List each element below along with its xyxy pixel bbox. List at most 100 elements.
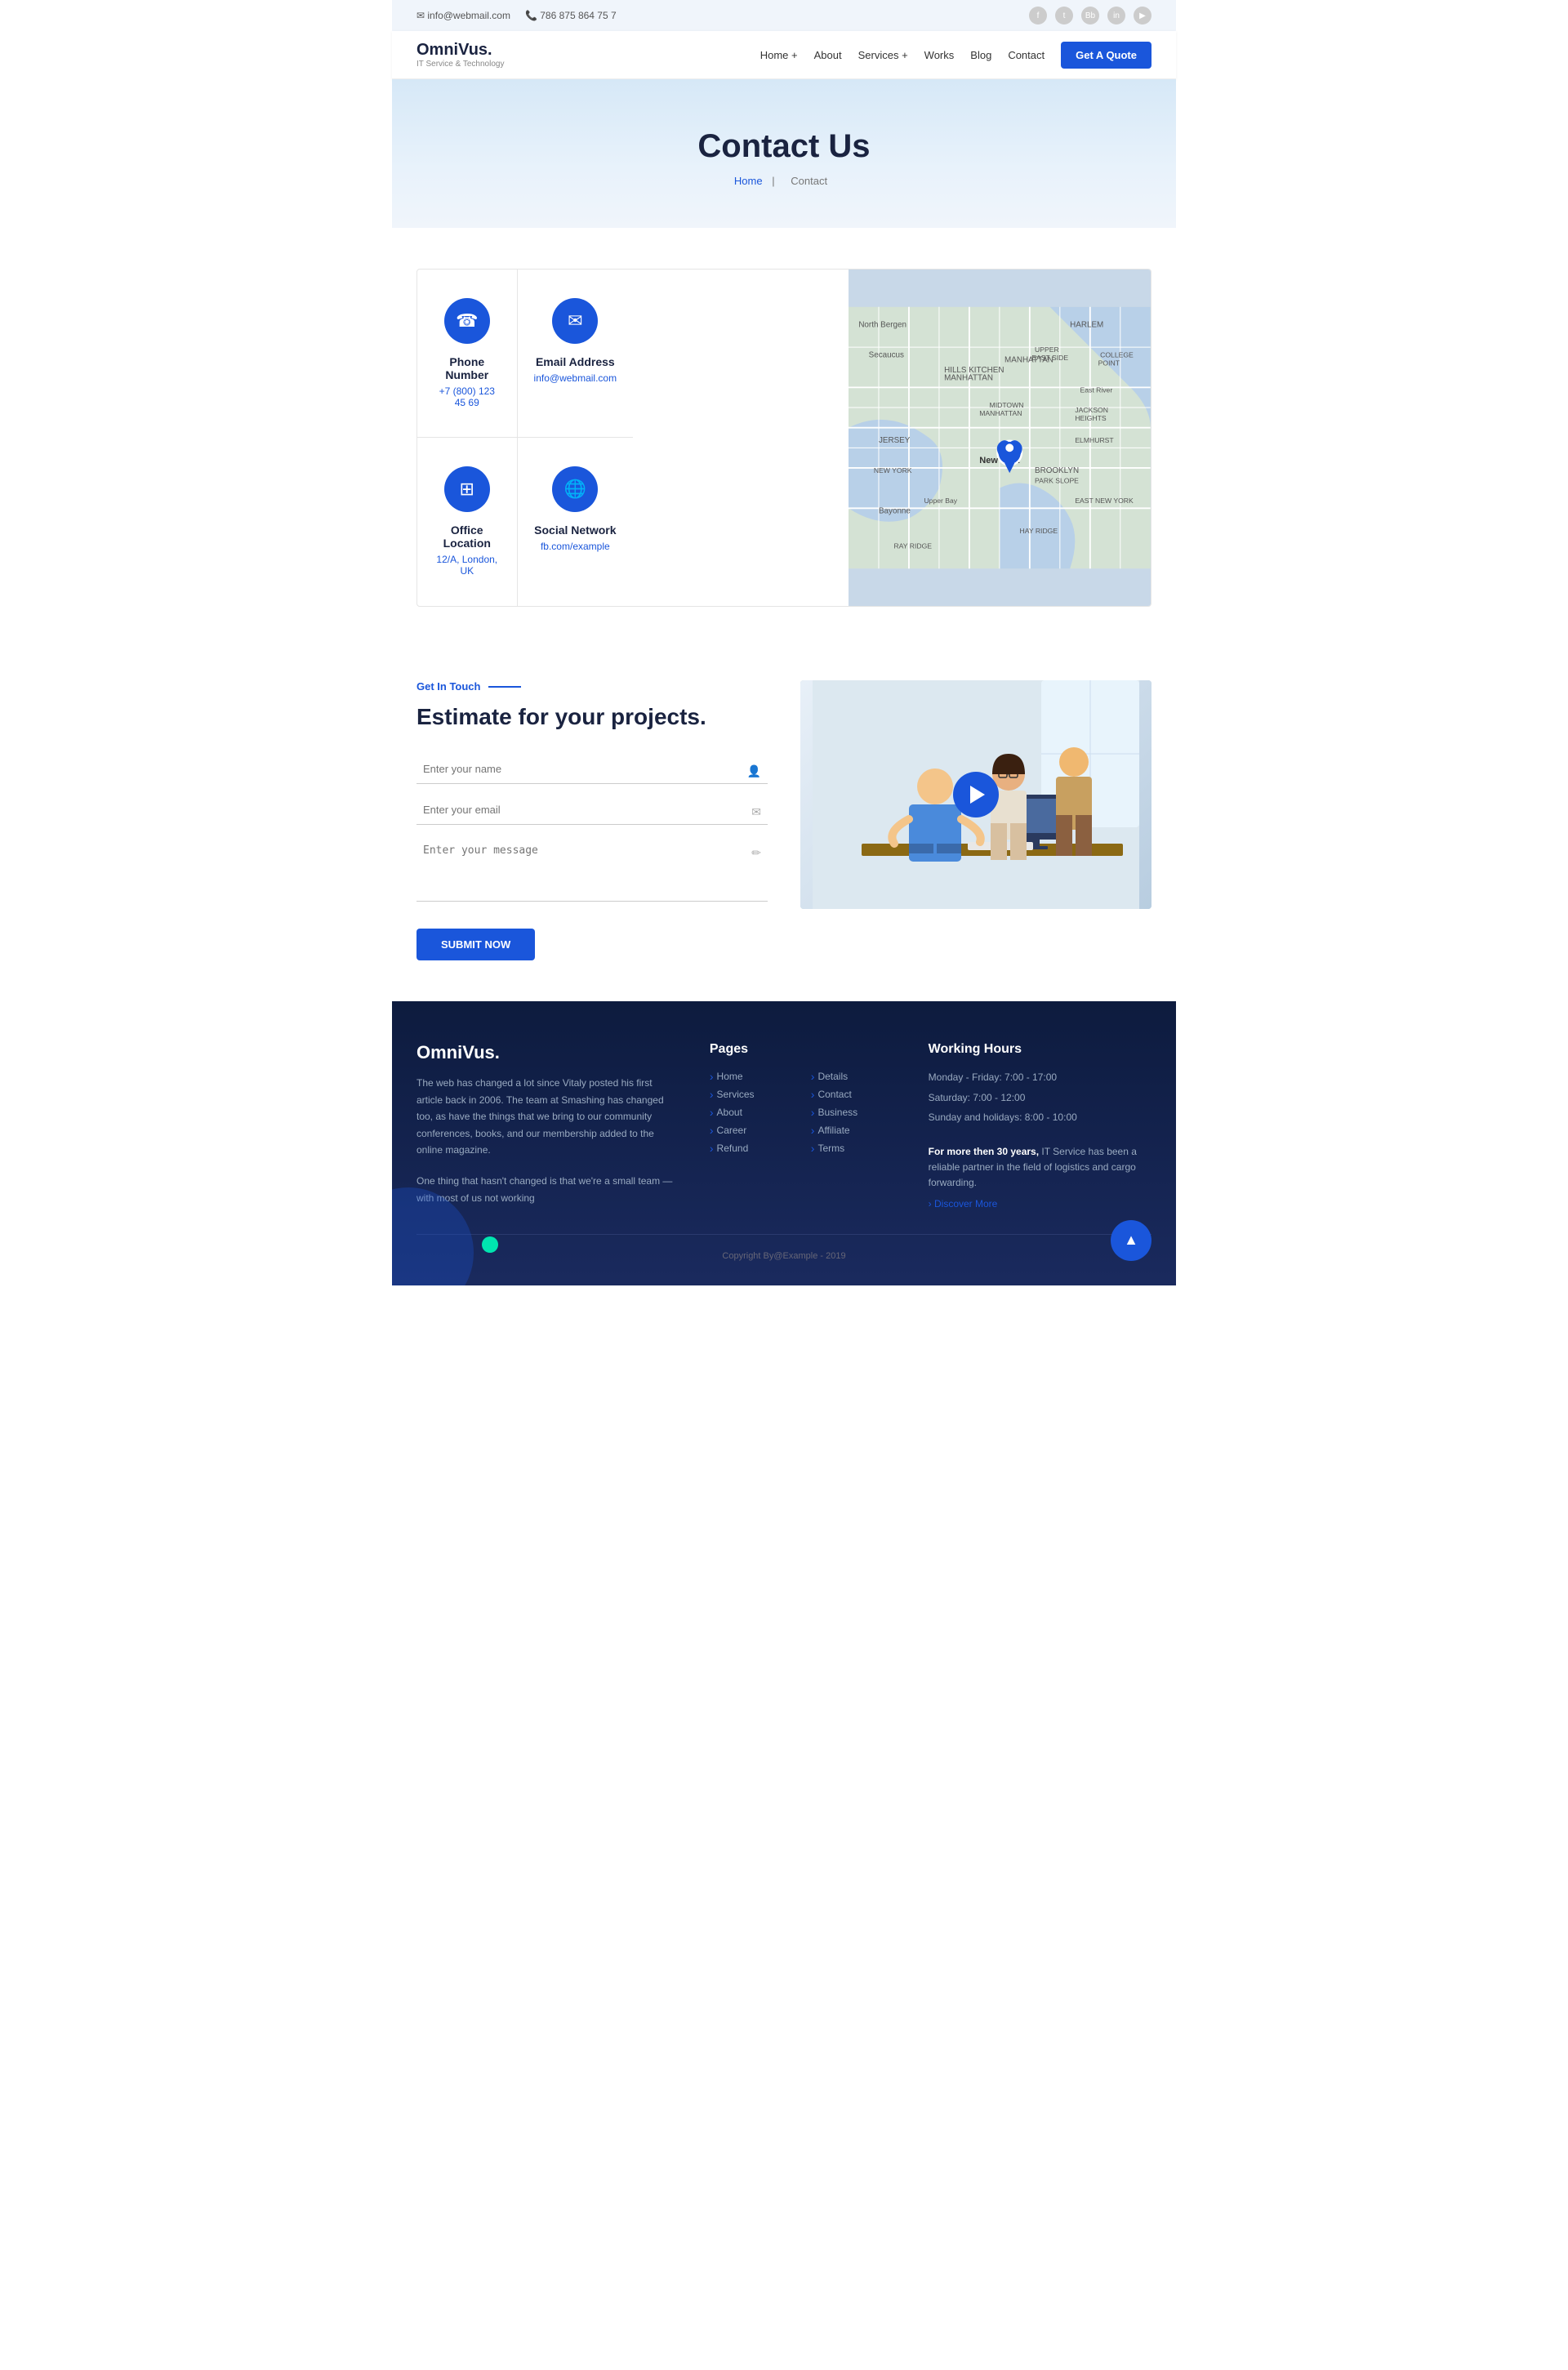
svg-text:JERSEY: JERSEY [879,436,911,445]
nav-links: Home + About Services + Works Blog Conta… [760,42,1152,69]
nav-about[interactable]: About [814,49,842,61]
footer-working-hours: Working Hours Monday - Friday: 7:00 - 17… [929,1042,1152,1209]
location-card-value: 12/A, London, UK [434,554,501,577]
svg-text:PARK SLOPE: PARK SLOPE [1035,476,1079,484]
top-bar-contact: ✉ info@webmail.com 📞 786 875 864 75 7 [416,10,617,21]
footer-pages-title: Pages [710,1042,896,1057]
mail-icon: ✉ [751,805,761,819]
breadcrumb: Home | Contact [416,175,1152,187]
contact-section: ☎ Phone Number +7 (800) 123 45 69 ✉ Emai… [392,228,1176,639]
play-button[interactable] [953,772,999,817]
social-card: 🌐 Social Network fb.com/example [518,438,634,606]
linkedin-icon[interactable]: in [1107,7,1125,25]
social-links[interactable]: f t Bb in ▶ [1029,7,1152,25]
video-thumbnail[interactable] [800,680,1152,909]
footer-circle-small [482,1236,498,1253]
logo-subtitle: IT Service & Technology [416,60,504,69]
facebook-icon[interactable]: f [1029,7,1047,25]
nav-works[interactable]: Works [924,49,955,61]
footer-link-refund[interactable]: Refund [710,1142,795,1155]
submit-button[interactable]: Submit Now [416,929,535,960]
hero-section: Contact Us Home | Contact [392,79,1176,228]
svg-text:EAST SIDE: EAST SIDE [1032,354,1069,362]
estimate-section: Get In Touch Estimate for your projects.… [392,639,1176,1001]
email-field-group: ✉ [416,795,768,825]
estimate-inner: Get In Touch Estimate for your projects.… [416,680,1152,960]
footer-link-home[interactable]: Home [710,1070,795,1083]
svg-text:HARLEM: HARLEM [1070,320,1103,329]
logo-name: OmniVus. [416,41,504,60]
svg-text:COLLEGE: COLLEGE [1100,350,1134,359]
working-line-3: Sunday and holidays: 8:00 - 10:00 [929,1110,1152,1125]
svg-text:HAY RIDGE: HAY RIDGE [1020,527,1058,535]
svg-text:HEIGHTS: HEIGHTS [1076,414,1107,422]
footer-link-career[interactable]: Career [710,1124,795,1137]
footer-pages-links: Home Details Services Contact About Busi… [710,1070,896,1155]
footer-link-affiliate[interactable]: Affiliate [811,1124,896,1137]
name-input[interactable] [416,755,768,784]
person-icon: 👤 [747,764,761,778]
map-svg: MANHATTAN UPPER EAST SIDE HILLS KITCHEN … [849,270,1151,606]
nav-blog[interactable]: Blog [970,49,991,61]
edit-icon: ✏ [751,846,761,860]
svg-text:BROOKLYN: BROOKLYN [1035,466,1079,475]
footer-link-details[interactable]: Details [811,1070,896,1083]
copyright-text: Copyright By@Example - 2019 [722,1251,845,1261]
social-card-title: Social Network [534,523,617,537]
working-highlight: For more then 30 years, IT Service has b… [929,1144,1152,1192]
footer-link-contact[interactable]: Contact [811,1088,896,1101]
behance-icon[interactable]: Bb [1081,7,1099,25]
footer-desc-1: The web has changed a lot since Vitaly p… [416,1075,677,1158]
estimate-left: Get In Touch Estimate for your projects.… [416,680,768,960]
section-tag: Get In Touch [416,680,768,693]
breadcrumb-separator: | [772,175,774,187]
message-input[interactable] [416,836,768,902]
main-navigation: OmniVus. IT Service & Technology Home + … [392,31,1176,79]
footer-logo: OmniVus. [416,1042,677,1063]
footer-grid: OmniVus. The web has changed a lot since… [416,1042,1152,1209]
svg-text:Bayonne: Bayonne [879,506,911,515]
page-title: Contact Us [416,128,1152,165]
location-icon: ⊞ [444,466,490,512]
svg-text:JACKSON: JACKSON [1076,406,1109,414]
message-field-group: ✏ [416,836,768,906]
footer-desc-2: One thing that hasn't changed is that we… [416,1173,677,1206]
email-icon: ✉ [552,298,598,344]
phone-icon: ☎ [444,298,490,344]
footer-bottom: Copyright By@Example - 2019 [416,1234,1152,1261]
working-line-2: Saturday: 7:00 - 12:00 [929,1090,1152,1106]
footer: OmniVus. The web has changed a lot since… [392,1001,1176,1285]
top-bar: ✉ info@webmail.com 📞 786 875 864 75 7 f … [392,0,1176,31]
get-quote-button[interactable]: Get A Quote [1061,42,1152,69]
footer-working-title: Working Hours [929,1042,1152,1057]
phone-card-title: Phone Number [434,355,501,381]
email-input[interactable] [416,795,768,825]
discover-more-link[interactable]: › Discover More [929,1198,1152,1210]
footer-link-business[interactable]: Business [811,1106,896,1119]
youtube-icon[interactable]: ▶ [1134,7,1152,25]
email-info: ✉ info@webmail.com [416,10,510,21]
twitter-icon[interactable]: t [1055,7,1073,25]
footer-link-services[interactable]: Services [710,1088,795,1101]
nav-services[interactable]: Services + [858,49,908,61]
nav-contact[interactable]: Contact [1008,49,1045,61]
breadcrumb-current: Contact [791,175,827,187]
contact-grid: ☎ Phone Number +7 (800) 123 45 69 ✉ Emai… [416,269,1152,607]
location-card-title: Office Location [434,523,501,550]
name-field-group: 👤 [416,755,768,784]
svg-text:ELMHURST: ELMHURST [1076,436,1115,444]
phone-card-value: +7 (800) 123 45 69 [434,385,501,408]
footer-link-about[interactable]: About [710,1106,795,1119]
nav-home[interactable]: Home + [760,49,798,61]
email-card-title: Email Address [534,355,617,368]
contact-form: 👤 ✉ ✏ Submit Now [416,755,768,960]
location-card: ⊞ Office Location 12/A, London, UK [417,438,518,606]
svg-text:RAY RIDGE: RAY RIDGE [894,542,933,550]
breadcrumb-home[interactable]: Home [734,175,763,187]
estimate-right [800,680,1152,909]
footer-link-terms[interactable]: Terms [811,1142,896,1155]
map-container[interactable]: MANHATTAN UPPER EAST SIDE HILLS KITCHEN … [849,270,1151,606]
scroll-top-button[interactable]: ▲ [1111,1220,1152,1261]
social-icon: 🌐 [552,466,598,512]
svg-text:MANHATTAN: MANHATTAN [944,374,993,383]
